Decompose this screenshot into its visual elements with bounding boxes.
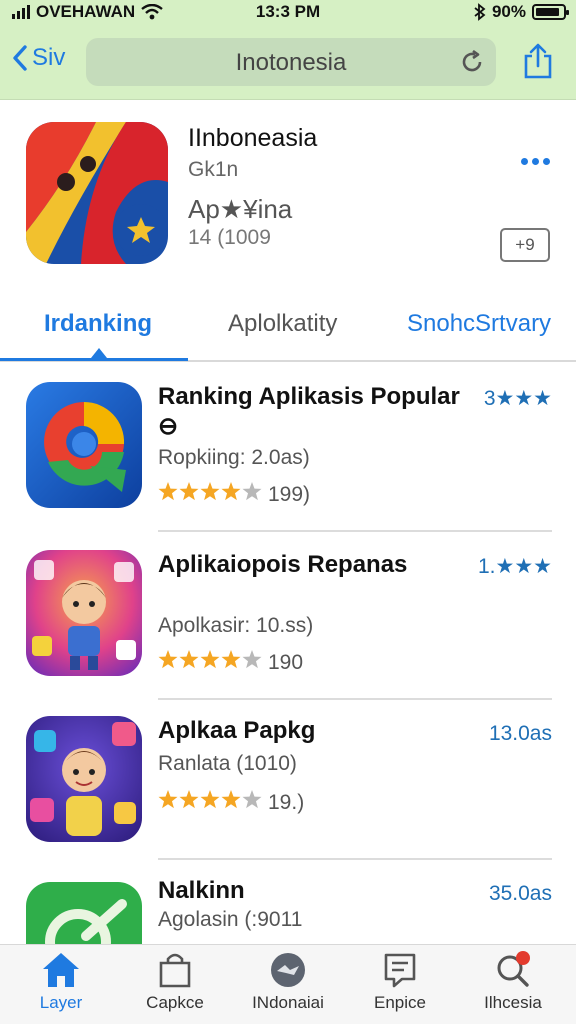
share-icon[interactable]: [522, 42, 554, 80]
list-item-title: Aplikaiopois Repanas: [158, 551, 408, 578]
star-empty-icon: [242, 650, 262, 669]
back-label: Siv: [32, 44, 66, 71]
app-icon: [26, 122, 168, 264]
list-item-side-value: 35.0as: [488, 882, 552, 905]
bluetooth-icon: [474, 3, 486, 21]
star-rating-icon: [158, 790, 262, 816]
search-icon: [497, 951, 530, 987]
tab-layer[interactable]: Layer: [6, 951, 116, 1013]
home-icon: [43, 953, 79, 987]
list-item-side-value: 1.★★★: [478, 555, 552, 578]
active-tab-caret: [91, 348, 107, 358]
app-title: IInboneasia: [188, 124, 318, 152]
tab-label: INdonaiai: [252, 993, 324, 1012]
list-item-icon: [26, 550, 142, 676]
star-filled-icon: [221, 790, 241, 809]
bag-icon: [159, 953, 191, 988]
tab-search[interactable]: Ilhcesia: [458, 951, 568, 1013]
list-item-side-value: 3★★★: [483, 387, 552, 410]
battery-percent: 90%: [491, 2, 526, 21]
list-item-title: Nalkinn: [158, 877, 245, 904]
tab-ranking[interactable]: Irdanking: [44, 310, 152, 338]
star-filled-icon: [200, 482, 220, 501]
reload-icon[interactable]: [460, 50, 484, 74]
status-right: 90%: [474, 2, 569, 22]
browser-header: OVEHAWAN 13:3 PM 90% Siv Inotonesia: [0, 0, 576, 100]
list-item-meta: Ranlata (1010): [158, 752, 297, 775]
list-item-meta: Apolkasir: 10.ss): [158, 614, 314, 637]
star-rating-icon: [158, 482, 262, 508]
list-item-rating: 199): [158, 482, 310, 508]
star-filled-icon: [158, 482, 178, 501]
star-filled-icon: [200, 790, 220, 809]
bottom-tab-bar: Layer Capkce INdonaiai Enpice Ilhcesia: [0, 944, 576, 1024]
tab-label: Layer: [39, 993, 83, 1012]
list-item-side-value: 13.0as: [488, 722, 552, 745]
list-item-title: Aplkaa Papkg: [158, 717, 316, 744]
list-item-meta: Agolasin (:9011: [158, 908, 303, 931]
star-filled-icon: [221, 650, 241, 669]
rating-count: 19.): [268, 791, 305, 814]
list-item-rating: 190: [158, 650, 303, 676]
list-item[interactable]: Aplikaiopois Repanas Apolkasir: 10.ss) 1…: [0, 550, 576, 700]
star-filled-icon: [158, 650, 178, 669]
star-empty-icon: [242, 790, 262, 809]
list-icon: [384, 953, 416, 988]
age-rating-badge: +9: [500, 228, 550, 262]
tab-summary[interactable]: SnohcSrtvary: [407, 310, 551, 338]
divider: [158, 698, 552, 700]
star-empty-icon: [242, 482, 262, 501]
app-rating: 14 (1009: [188, 226, 271, 249]
star-filled-icon: [179, 650, 199, 669]
list-item[interactable]: Nalkinn Agolasin (:9011 35.0as: [0, 876, 576, 1008]
segment-tabs: Irdanking Aplolkatity SnohcSrtvary: [0, 296, 576, 362]
tab-label: Enpice: [374, 993, 426, 1012]
active-tab-indicator: [0, 358, 188, 361]
star-filled-icon: [179, 482, 199, 501]
tab-label: Capkce: [146, 993, 204, 1012]
star-filled-icon: [200, 650, 220, 669]
status-bar: OVEHAWAN 13:3 PM 90%: [0, 0, 576, 26]
screen: OVEHAWAN 13:3 PM 90% Siv Inotonesia IInb…: [0, 0, 576, 1024]
star-filled-icon: [221, 482, 241, 501]
star-filled-icon: [179, 790, 199, 809]
divider: [158, 530, 552, 532]
tab-enpice[interactable]: Enpice: [345, 951, 455, 1013]
battery-level: [536, 8, 560, 16]
rating-count: 190: [268, 651, 304, 674]
star-filled-icon: [158, 790, 178, 809]
tab-indonesia[interactable]: INdonaiai: [233, 951, 343, 1013]
list-item-icon: [26, 382, 142, 508]
chevron-left-icon: [13, 45, 27, 71]
list-item-rating: 19.): [158, 790, 304, 816]
app-category: Ap★¥ina: [188, 194, 293, 224]
list-item[interactable]: Ranking Aplikasis Popular ⊖ Ropkiing: 2.…: [0, 382, 576, 532]
list-item[interactable]: Aplkaa Papkg Ranlata (1010) 19.) 13.0as: [0, 716, 576, 866]
back-button[interactable]: Siv: [12, 44, 65, 72]
browser-navbar: Siv Inotonesia: [0, 36, 576, 88]
address-bar[interactable]: Inotonesia: [86, 38, 496, 86]
divider: [158, 858, 552, 860]
globe-icon: [271, 953, 305, 987]
rating-count: 199): [268, 483, 311, 506]
address-text: Inotonesia: [235, 49, 347, 76]
list-item-icon: [26, 716, 142, 842]
list-item-title: Ranking Aplikasis Popular ⊖: [158, 383, 460, 440]
more-options-icon[interactable]: [521, 158, 550, 165]
battery-icon: [532, 4, 569, 20]
star-rating-icon: [158, 650, 262, 676]
list-item-meta: Ropkiing: 2.0as): [158, 446, 310, 469]
tab-aplikasi[interactable]: Aplolkatity: [228, 310, 337, 338]
app-developer: Gk1n: [188, 158, 239, 181]
tab-capkce[interactable]: Capkce: [120, 951, 230, 1013]
tab-label: Ilhcesia: [484, 993, 542, 1012]
